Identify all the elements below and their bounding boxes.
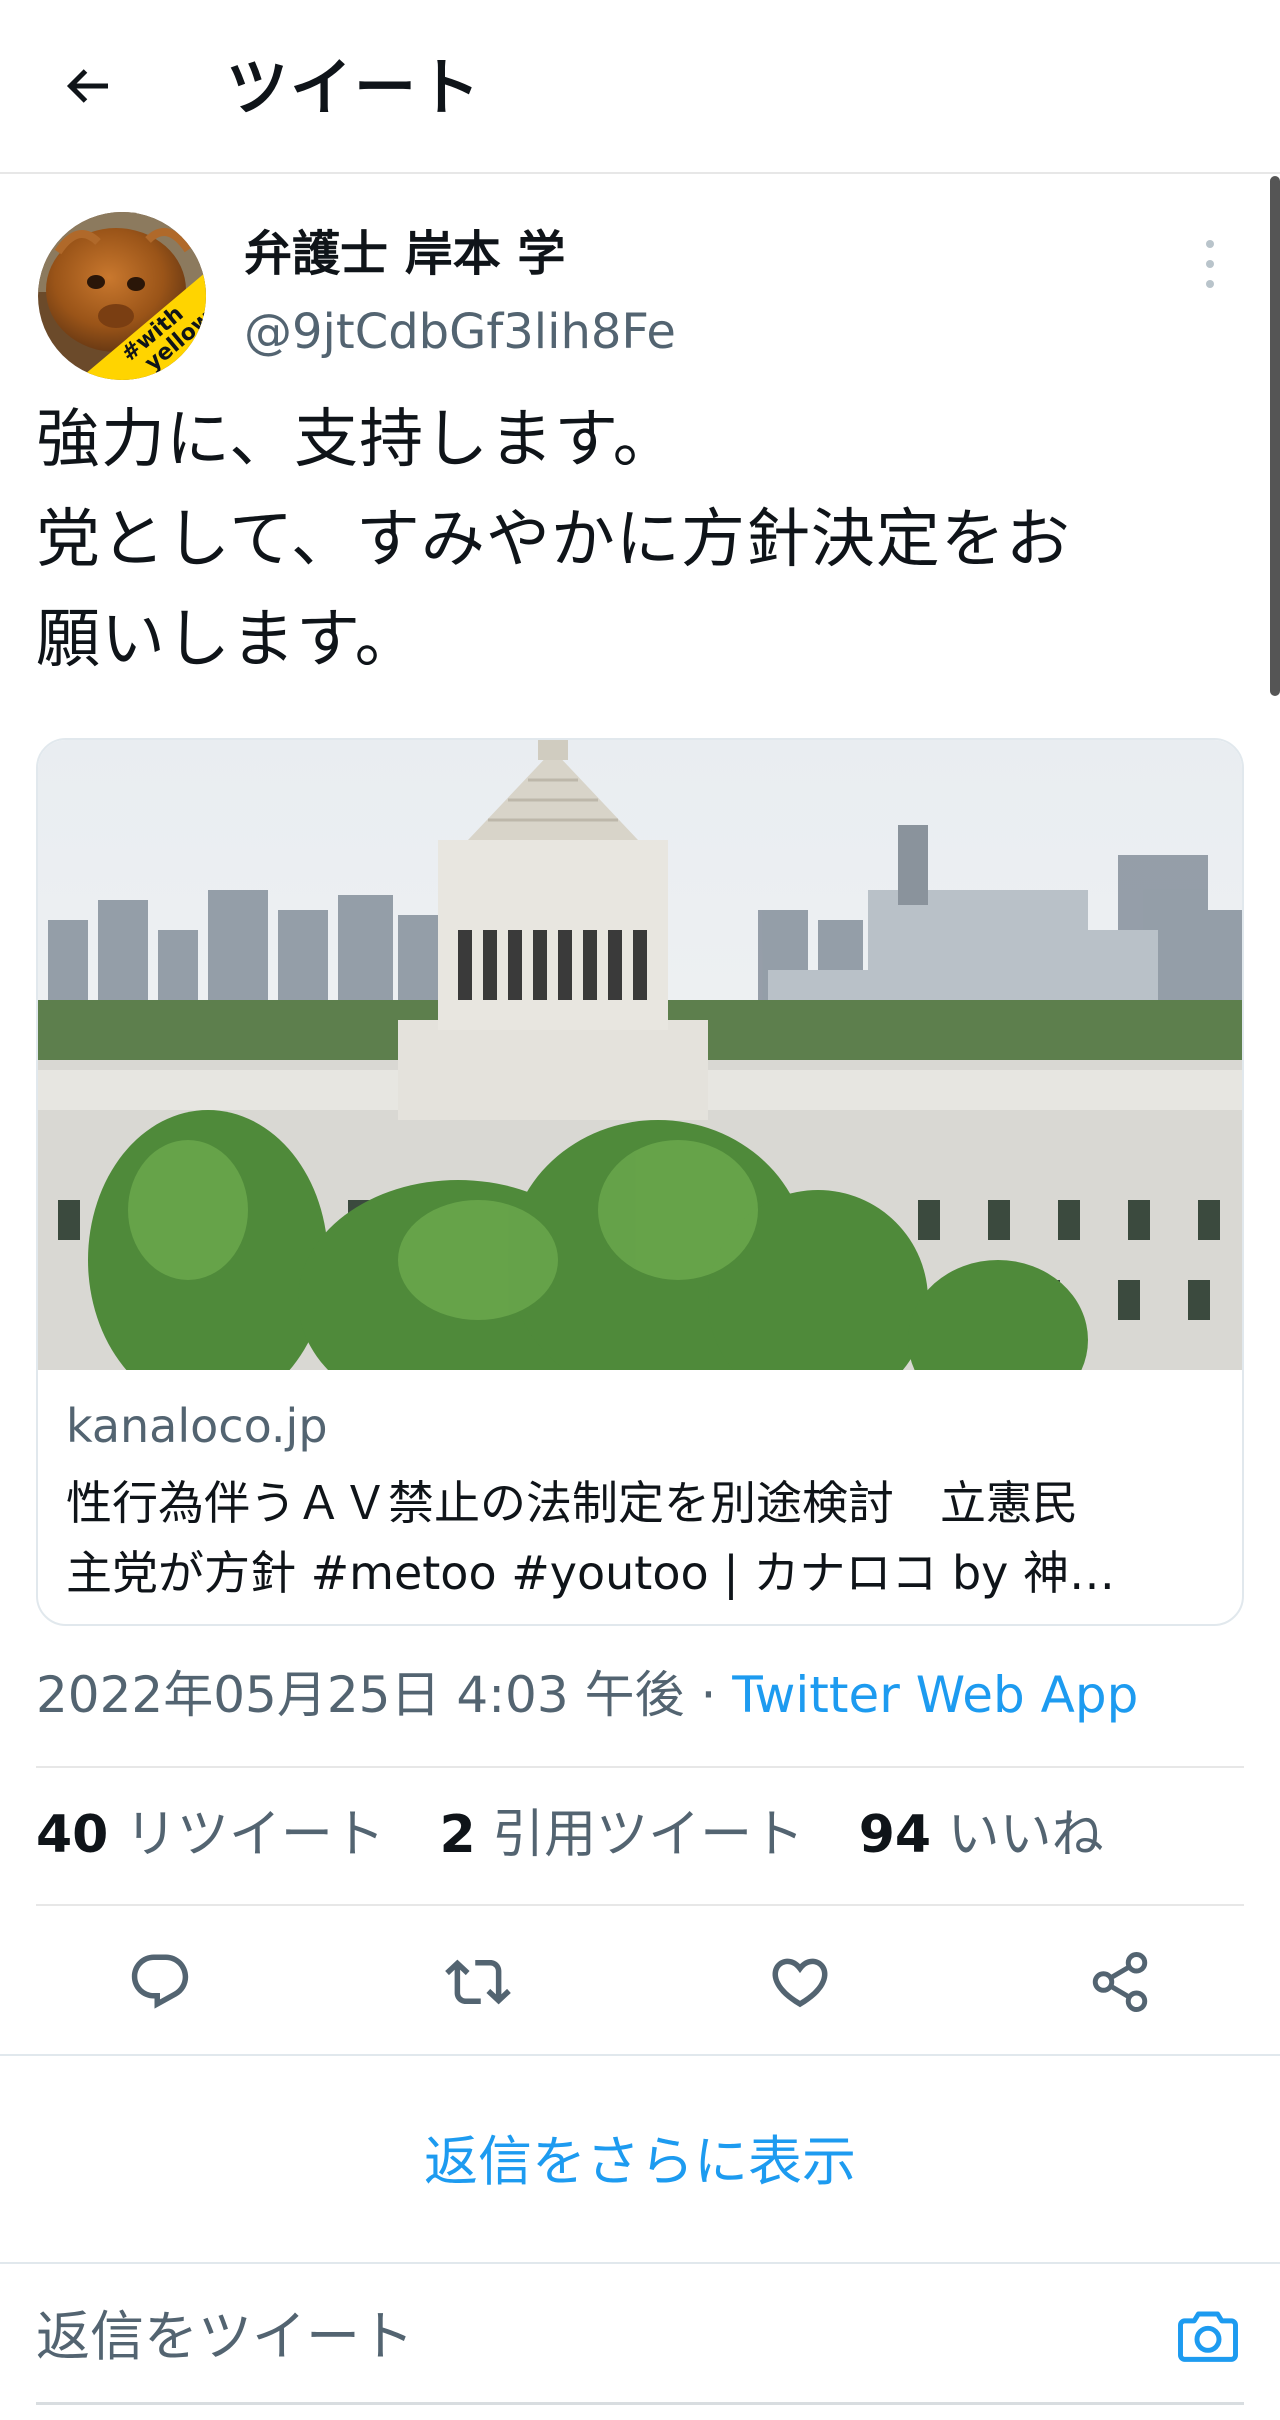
show-more-replies-button[interactable]: 返信をさらに表示 — [0, 2090, 1280, 2222]
retweet-icon — [445, 1959, 511, 2005]
page-title: ツイート — [226, 51, 483, 124]
share-button[interactable] — [1082, 1944, 1158, 2020]
reply-input-underline — [36, 2402, 1244, 2405]
back-arrow-icon — [66, 69, 108, 103]
card-domain: kanaloco.jp — [66, 1399, 328, 1453]
retweet-button[interactable] — [440, 1944, 516, 2020]
more-dot-icon — [1206, 240, 1214, 248]
link-card[interactable]: kanaloco.jp 性行為伴うＡＶ禁止の法制定を別途検討 立憲民 主党が方針… — [36, 738, 1244, 1626]
avatar-image: #with yellow — [38, 212, 206, 380]
more-dot-icon — [1206, 260, 1214, 268]
divider — [0, 2262, 1280, 2264]
source-app-link[interactable]: Twitter Web App — [732, 1666, 1138, 1724]
author-name[interactable]: 弁護士 岸本 学 — [244, 222, 565, 286]
camera-icon — [1178, 2311, 1238, 2362]
tweet-text: 強力に、支持します。 党として、すみやかに方針決定をお 願いします。 — [36, 403, 1071, 677]
like-icon — [772, 1958, 828, 2008]
card-image — [38, 740, 1242, 1370]
scrollbar[interactable] — [1270, 176, 1280, 696]
retweets-count[interactable]: 40 — [36, 1805, 108, 1865]
divider — [36, 1904, 1244, 1906]
likes-label[interactable]: いいね — [948, 1805, 1104, 1865]
quotes-label[interactable]: 引用ツイート — [492, 1805, 804, 1865]
camera-button[interactable] — [1172, 2300, 1244, 2372]
divider — [36, 1766, 1244, 1768]
tweet-timestamp[interactable]: 2022年05月25日 4:03 午後 · — [36, 1666, 732, 1724]
like-button[interactable] — [762, 1944, 838, 2020]
reply-icon — [131, 1954, 189, 2009]
more-dot-icon — [1206, 280, 1214, 288]
tweet-stats: 40 リツイート 2 引用ツイート 94 いいね — [36, 1800, 1142, 1870]
tweet-meta: 2022年05月25日 4:03 午後 · Twitter Web App — [36, 1660, 1138, 1730]
quotes-count[interactable]: 2 — [439, 1805, 475, 1865]
author-handle[interactable]: @9jtCdbGf3lih8Fe — [244, 300, 676, 364]
avatar[interactable]: #with yellow — [38, 212, 206, 380]
reply-input[interactable]: 返信をツイート — [36, 2302, 414, 2372]
more-options-button[interactable] — [1196, 236, 1224, 292]
retweets-label[interactable]: リツイート — [125, 1805, 385, 1865]
likes-count[interactable]: 94 — [859, 1805, 931, 1865]
app-header: ツイート — [0, 0, 1280, 174]
back-button[interactable] — [46, 44, 130, 128]
share-icon — [1092, 1952, 1148, 2012]
reply-button[interactable] — [122, 1944, 198, 2020]
card-title: 性行為伴うＡＶ禁止の法制定を別途検討 立憲民 主党が方針 #metoo #you… — [66, 1476, 1116, 1600]
divider — [0, 2054, 1280, 2056]
